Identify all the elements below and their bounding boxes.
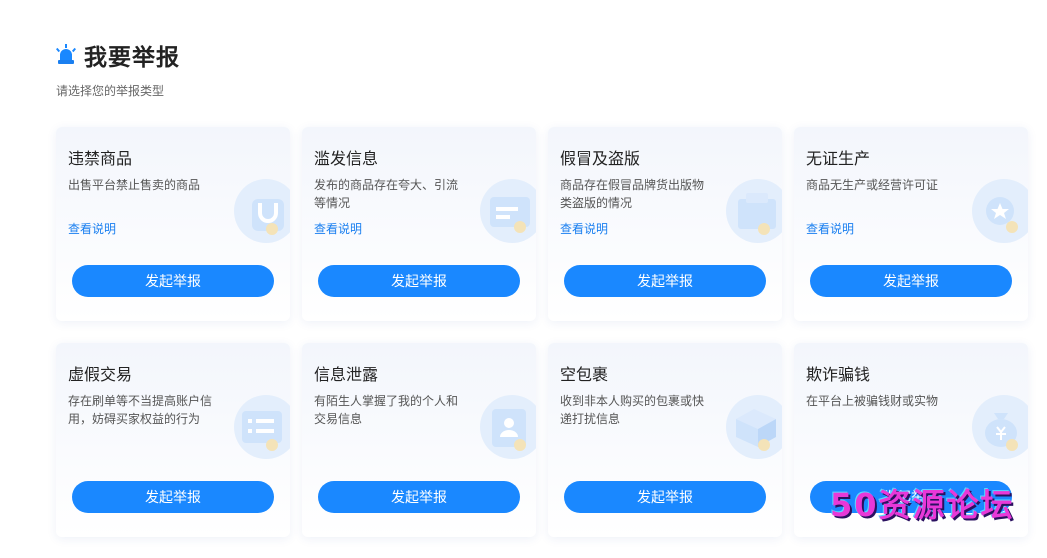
card-desc: 出售平台禁止售卖的商品 — [68, 178, 201, 192]
view-explanation-link[interactable]: 查看说明 — [314, 220, 362, 237]
card-title: 违禁商品 — [68, 149, 133, 168]
card-empty-package: 空包裹 收到非本人购买的包裹或快递打扰信息 发起举报 — [548, 343, 782, 537]
card-desc: 发布的商品存在夸大、引流等情况 — [314, 178, 459, 210]
card-desc: 收到非本人购买的包裹或快递打扰信息 — [560, 394, 705, 426]
page-header: 我要举报 — [56, 38, 180, 72]
card-title: 空包裹 — [560, 365, 609, 384]
card-desc: 商品无生产或经营许可证 — [806, 178, 939, 192]
card-counterfeit-piracy: 假冒及盗版 商品存在假冒品牌货出版物类盗版的情况 查看说明 发起举报 — [548, 127, 782, 321]
card-prohibited-goods: 违禁商品 出售平台禁止售卖的商品 查看说明 发起举报 — [56, 127, 290, 321]
view-explanation-link[interactable]: 查看说明 — [560, 220, 608, 237]
report-button[interactable]: 发起举报 — [810, 265, 1012, 297]
card-title: 假冒及盗版 — [560, 149, 641, 168]
report-button[interactable]: 发起举报 — [72, 265, 274, 297]
card-desc: 在平台上被骗钱财或实物 — [806, 394, 939, 408]
alarm-icon — [56, 44, 76, 64]
bag-icon — [234, 179, 290, 243]
card-title: 信息泄露 — [314, 365, 379, 384]
card-desc: 有陌生人掌握了我的个人和交易信息 — [314, 394, 459, 426]
id-card-icon — [480, 395, 536, 459]
card-unlicensed-production: 无证生产 商品无生产或经营许可证 查看说明 发起举报 — [794, 127, 1028, 321]
card-desc: 商品存在假冒品牌货出版物类盗版的情况 — [560, 178, 705, 210]
card-title: 虚假交易 — [68, 365, 133, 384]
view-explanation-link[interactable]: 查看说明 — [68, 220, 116, 237]
report-button[interactable]: 发起举报 — [564, 481, 766, 513]
report-button[interactable]: 发起举报 — [564, 265, 766, 297]
box-icon — [726, 179, 782, 243]
money-bag-icon — [972, 395, 1028, 459]
card-fake-transactions: 虚假交易 存在刷单等不当提高账户信用，妨碍买家权益的行为 发起举报 — [56, 343, 290, 537]
card-spam-info: 滥发信息 发布的商品存在夸大、引流等情况 查看说明 发起举报 — [302, 127, 536, 321]
report-button[interactable]: 发起举报 — [318, 481, 520, 513]
page-title: 我要举报 — [84, 45, 180, 71]
card-desc: 存在刷单等不当提高账户信用，妨碍买家权益的行为 — [68, 394, 213, 426]
message-card-icon — [480, 179, 536, 243]
report-button[interactable]: 发起举报 — [318, 265, 520, 297]
report-button[interactable]: 发起举报 — [72, 481, 274, 513]
card-info-leak: 信息泄露 有陌生人掌握了我的个人和交易信息 发起举报 — [302, 343, 536, 537]
document-icon — [234, 395, 290, 459]
page-subtitle: 请选择您的举报类型 — [56, 84, 165, 98]
certificate-icon — [972, 179, 1028, 243]
card-title: 滥发信息 — [314, 149, 379, 168]
card-title: 无证生产 — [806, 149, 871, 168]
view-explanation-link[interactable]: 查看说明 — [806, 220, 854, 237]
watermark: 50资源论坛 — [830, 486, 1015, 524]
open-box-icon — [726, 395, 782, 459]
card-title: 欺诈骗钱 — [806, 365, 871, 384]
